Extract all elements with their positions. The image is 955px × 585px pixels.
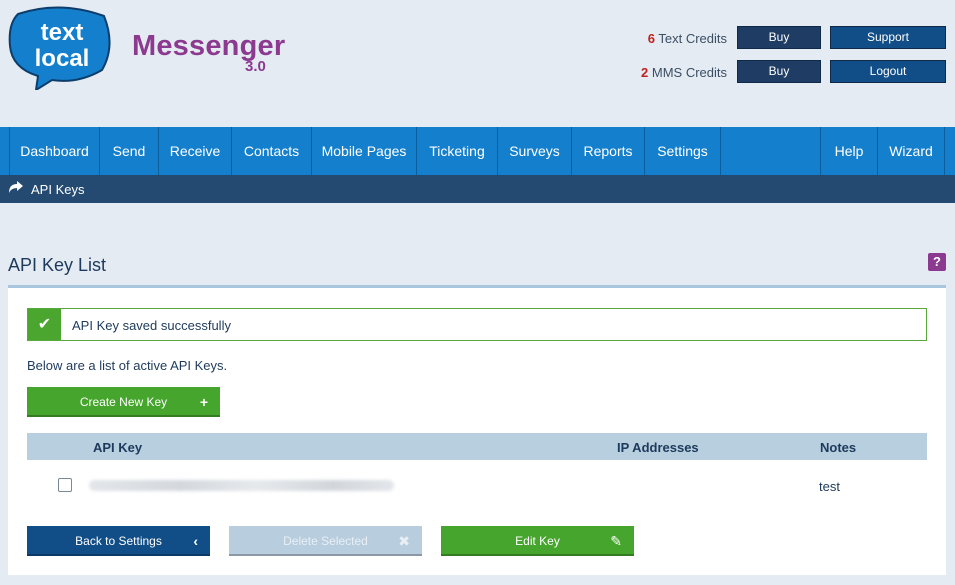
checkmark-icon: ✔ xyxy=(28,309,61,340)
table-header: API Key IP Addresses Notes xyxy=(27,433,927,460)
nav-receive[interactable]: Receive xyxy=(159,127,232,175)
breadcrumb: API Keys xyxy=(0,175,955,203)
close-icon: ✖ xyxy=(398,533,410,549)
delete-selected-label: Delete Selected xyxy=(283,534,368,548)
edit-key-label: Edit Key xyxy=(515,534,560,548)
row-select-checkbox[interactable] xyxy=(58,478,72,492)
support-button[interactable]: Support xyxy=(830,26,946,49)
share-arrow-icon xyxy=(8,180,24,197)
nav-ticketing[interactable]: Ticketing xyxy=(417,127,498,175)
delete-selected-button[interactable]: Delete Selected ✖ xyxy=(229,526,422,556)
nav-mobile-pages[interactable]: Mobile Pages xyxy=(312,127,417,175)
header-notes: Notes xyxy=(820,440,857,455)
pencil-icon: ✎ xyxy=(610,533,622,549)
buy-mms-credits-button[interactable]: Buy xyxy=(737,60,821,83)
plus-icon: + xyxy=(199,394,208,410)
back-to-settings-button[interactable]: Back to Settings ‹ xyxy=(27,526,210,556)
nav-dashboard[interactable]: Dashboard xyxy=(9,127,100,175)
nav-send[interactable]: Send xyxy=(100,127,159,175)
nav-settings[interactable]: Settings xyxy=(645,127,721,175)
logo-text-line2: local xyxy=(35,45,90,72)
nav-reports[interactable]: Reports xyxy=(572,127,645,175)
create-new-key-label: Create New Key xyxy=(79,395,168,409)
breadcrumb-label[interactable]: API Keys xyxy=(31,182,84,197)
api-key-panel: ✔ API Key saved successfully Below are a… xyxy=(8,285,946,575)
api-key-value xyxy=(89,480,394,491)
text-credits-label: Text Credits xyxy=(658,31,727,46)
mms-credits-label: MMS Credits xyxy=(651,65,727,80)
textlocal-logo[interactable]: text local xyxy=(8,6,112,92)
logo-text-line1: text xyxy=(41,19,84,46)
success-alert: ✔ API Key saved successfully xyxy=(27,308,927,341)
help-icon[interactable]: ? xyxy=(928,253,946,271)
chevron-left-icon: ‹ xyxy=(193,533,198,549)
intro-text: Below are a list of active API Keys. xyxy=(27,358,228,373)
nav-contacts[interactable]: Contacts xyxy=(232,127,312,175)
table-row: test xyxy=(27,460,927,512)
nav-wizard[interactable]: Wizard xyxy=(878,127,945,175)
nav-help[interactable]: Help xyxy=(820,127,878,175)
nav-surveys[interactable]: Surveys xyxy=(498,127,572,175)
header-ip-addresses: IP Addresses xyxy=(617,440,699,455)
create-new-key-button[interactable]: Create New Key + xyxy=(27,387,220,417)
notes-cell: test xyxy=(819,479,840,494)
buy-text-credits-button[interactable]: Buy xyxy=(737,26,821,49)
mms-credits: 2 MMS Credits xyxy=(600,65,727,80)
product-version: 3.0 xyxy=(245,58,266,75)
text-credits: 6 Text Credits xyxy=(600,31,727,46)
main-nav: Dashboard Send Receive Contacts Mobile P… xyxy=(0,127,955,175)
edit-key-button[interactable]: Edit Key ✎ xyxy=(441,526,634,556)
alert-message: API Key saved successfully xyxy=(72,318,231,333)
mms-credits-count: 2 xyxy=(641,65,649,80)
logout-button[interactable]: Logout xyxy=(830,60,946,83)
back-to-settings-label: Back to Settings xyxy=(75,534,162,548)
text-credits-count: 6 xyxy=(647,31,655,46)
page-title: API Key List xyxy=(8,255,107,275)
header-api-key: API Key xyxy=(93,440,143,455)
